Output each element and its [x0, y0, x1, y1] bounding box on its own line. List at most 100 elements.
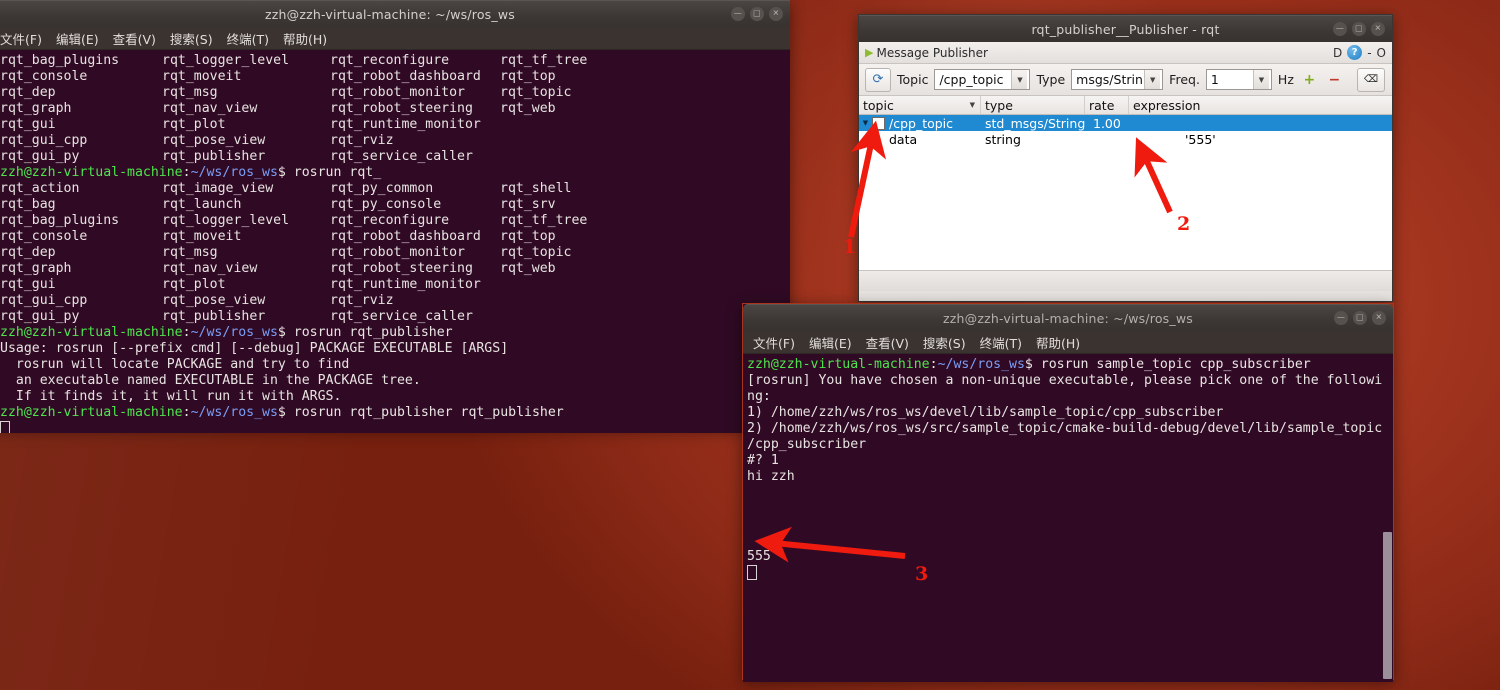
- minimize-icon[interactable]: —: [1333, 22, 1347, 36]
- type-combobox[interactable]: msgs/String ▼: [1071, 69, 1164, 90]
- menu-edit[interactable]: 编辑(E): [809, 333, 852, 352]
- column-header-type[interactable]: type: [981, 96, 1085, 114]
- terminal2-menubar[interactable]: 文件(F) 编辑(E) 查看(V) 搜索(S) 终端(T) 帮助(H): [743, 331, 1393, 354]
- dock-detach-button[interactable]: D: [1333, 46, 1342, 60]
- package-list-row: rqt_bag rqt_launch rqt_py_console rqt_srv: [0, 197, 556, 212]
- terminal1-output[interactable]: rqt_bag_plugins rqt_logger_level rqt_recon…: [0, 50, 790, 433]
- terminal1-menubar[interactable]: 文件(F) 编辑(E) 查看(V) 搜索(S) 终端(T) 帮助(H): [0, 27, 790, 50]
- minimize-icon[interactable]: —: [731, 7, 745, 21]
- freq-spinbox[interactable]: 1 ▼: [1205, 69, 1272, 90]
- terminal-window-2[interactable]: zzh@zzh-virtual-machine: ~/ws/ros_ws — □…: [742, 303, 1394, 682]
- row-checkbox[interactable]: [872, 116, 885, 130]
- topic-combobox[interactable]: /cpp_topic ▼: [934, 69, 1031, 90]
- package-list-row: rqt_gui_py rqt_publisher rqt_service_calle…: [0, 149, 473, 164]
- menu-file[interactable]: 文件(F): [753, 333, 795, 352]
- column-label-rate: rate: [1089, 97, 1115, 113]
- menu-view[interactable]: 查看(V): [113, 29, 156, 48]
- package-list-row: rqt_console rqt_moveit rqt_robot_dashboard…: [0, 69, 556, 84]
- menu-terminal[interactable]: 终端(T): [227, 29, 269, 48]
- terminal1-cursor: [0, 421, 790, 433]
- terminal2-output[interactable]: zzh@zzh-virtual-machine:~/ws/ros_ws$ ros…: [743, 354, 1393, 682]
- terminal2-titlebar[interactable]: zzh@zzh-virtual-machine: ~/ws/ros_ws — □…: [743, 304, 1393, 331]
- package-list-row: rqt_bag_plugins rqt_logger_level rqt_recon…: [0, 213, 588, 228]
- close-icon[interactable]: ✕: [769, 7, 783, 21]
- terminal1-usage-line: Usage: rosrun [--prefix cmd] [--debug] P…: [0, 341, 509, 356]
- tree-expander-toggle[interactable]: ▼: [859, 119, 872, 127]
- dock-minimize-button[interactable]: -: [1367, 46, 1371, 60]
- cell-rate: 1.00: [1093, 115, 1121, 131]
- chevron-down-icon[interactable]: ▼: [1252, 70, 1269, 89]
- collapse-arrow-icon[interactable]: ▶: [865, 46, 873, 59]
- clear-backspace-icon[interactable]: ⌫: [1357, 67, 1385, 92]
- package-list-row: rqt_gui rqt_plot rqt_runtime_monitor: [0, 117, 481, 132]
- terminal2-blank-line: [747, 517, 1393, 533]
- menu-search[interactable]: 搜索(S): [170, 29, 213, 48]
- refresh-icon[interactable]: ⟳: [865, 67, 891, 92]
- chevron-down-icon[interactable]: ▼: [1144, 70, 1161, 89]
- freq-label: Freq.: [1169, 72, 1200, 87]
- scrollbar-thumb[interactable]: [1383, 532, 1392, 679]
- remove-publisher-icon[interactable]: −: [1325, 70, 1344, 89]
- column-label-type: type: [985, 97, 1013, 113]
- column-header-expression[interactable]: expression: [1129, 96, 1392, 114]
- terminal2-scrollbar[interactable]: [1382, 354, 1393, 682]
- menu-terminal[interactable]: 终端(T): [980, 333, 1022, 352]
- publisher-table-body[interactable]: ▼ /cpp_topic std_msgs/String 1.00 data s…: [859, 115, 1392, 270]
- topic-value: /cpp_topic: [939, 72, 1004, 87]
- terminal1-prompt-line: zzh@zzh-virtual-machine:~/ws/ros_ws$ ros…: [0, 405, 564, 420]
- minimize-icon[interactable]: —: [1334, 311, 1348, 325]
- package-list-row: rqt_action rqt_image_view rqt_py_common rqt…: [0, 181, 572, 196]
- close-icon[interactable]: ✕: [1371, 22, 1385, 36]
- menu-file[interactable]: 文件(F): [0, 29, 42, 48]
- terminal1-usage-line: If it finds it, it will run it with ARGS…: [0, 389, 342, 404]
- maximize-icon[interactable]: □: [1353, 311, 1367, 325]
- rqt-titlebar[interactable]: rqt_publisher__Publisher - rqt — □ ✕: [859, 15, 1392, 42]
- terminal2-line: ng:: [747, 389, 771, 404]
- maximize-icon[interactable]: □: [750, 7, 764, 21]
- message-publisher-dock-header: ▶ Message Publisher D ? - O: [859, 42, 1392, 64]
- column-header-topic[interactable]: topic ▼: [859, 96, 981, 114]
- terminal2-line: [rosrun] You have chosen a non-unique ex…: [747, 373, 1383, 388]
- cell-expression[interactable]: '555': [1133, 132, 1293, 147]
- type-label: Type: [1036, 72, 1066, 87]
- rqt-publisher-window[interactable]: rqt_publisher__Publisher - rqt — □ ✕ ▶ M…: [858, 14, 1393, 302]
- terminal2-blank-line: [747, 533, 1393, 549]
- terminal2-cursor: [747, 565, 1393, 581]
- package-list-row: rqt_graph rqt_nav_view rqt_robot_steering r…: [0, 101, 556, 116]
- close-icon[interactable]: ✕: [1372, 311, 1386, 325]
- menu-help[interactable]: 帮助(H): [283, 29, 327, 48]
- table-row[interactable]: data string '555': [859, 131, 1392, 147]
- add-publisher-icon[interactable]: +: [1300, 70, 1319, 89]
- menu-edit[interactable]: 编辑(E): [56, 29, 99, 48]
- package-list-row: rqt_gui_cpp rqt_pose_view rqt_rviz: [0, 293, 394, 308]
- terminal2-prompt-line: zzh@zzh-virtual-machine:~/ws/ros_ws$ ros…: [747, 357, 1311, 372]
- publisher-toolbar[interactable]: ⟳ Topic /cpp_topic ▼ Type msgs/String ▼ …: [859, 64, 1392, 96]
- publisher-table-header: topic ▼ type rate expression: [859, 96, 1392, 115]
- terminal1-titlebar[interactable]: zzh@zzh-virtual-machine: ~/ws/ros_ws — □…: [0, 0, 790, 27]
- help-icon[interactable]: ?: [1347, 45, 1363, 60]
- terminal2-line: 2) /home/zzh/ws/ros_ws/src/sample_topic/…: [747, 421, 1383, 436]
- menu-search[interactable]: 搜索(S): [923, 333, 966, 352]
- terminal2-window-buttons[interactable]: — □ ✕: [1334, 305, 1386, 331]
- chevron-down-icon[interactable]: ▼: [1011, 70, 1028, 89]
- table-row[interactable]: ▼ /cpp_topic std_msgs/String 1.00: [859, 115, 1392, 131]
- maximize-icon[interactable]: □: [1352, 22, 1366, 36]
- column-label-topic: topic: [863, 97, 894, 113]
- type-value: msgs/String: [1076, 72, 1143, 87]
- menu-help[interactable]: 帮助(H): [1036, 333, 1080, 352]
- annotation-label-3: 3: [915, 563, 929, 585]
- chevron-down-icon[interactable]: ▼: [970, 101, 975, 109]
- terminal-window-1[interactable]: zzh@zzh-virtual-machine: ~/ws/ros_ws — □…: [0, 0, 790, 433]
- column-header-rate[interactable]: rate: [1085, 96, 1129, 114]
- terminal1-usage-line: an executable named EXECUTABLE in the PA…: [0, 373, 421, 388]
- terminal2-line: /cpp_subscriber: [747, 437, 867, 452]
- cell-topic: data: [889, 131, 918, 147]
- terminal1-usage-line: rosrun will locate PACKAGE and try to fi…: [0, 357, 350, 372]
- rqt-window-buttons[interactable]: — □ ✕: [1333, 16, 1385, 42]
- menu-view[interactable]: 查看(V): [866, 333, 909, 352]
- terminal1-window-buttons[interactable]: — □ ✕: [731, 1, 783, 27]
- package-list-row: rqt_graph rqt_nav_view rqt_robot_steering r…: [0, 261, 556, 276]
- dock-controls[interactable]: D ? - O: [1333, 45, 1386, 60]
- cell-type: string: [985, 131, 1021, 147]
- dock-close-button[interactable]: O: [1377, 46, 1386, 60]
